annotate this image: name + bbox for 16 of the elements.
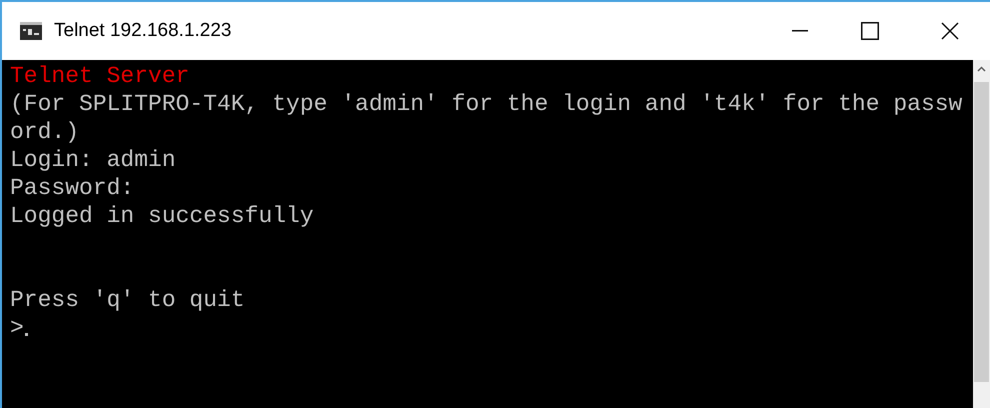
text-cursor — [24, 333, 28, 336]
console-line: Password: — [10, 174, 134, 202]
console-line: (For SPLITPRO-T4K, type 'admin' for the login and 't4k' for the passw — [10, 90, 962, 118]
console-line: Login: admin — [10, 146, 176, 174]
banner-text: Telnet Server — [10, 62, 190, 90]
window-title: Telnet 192.168.1.223 — [54, 18, 232, 43]
scrollbar[interactable] — [973, 60, 990, 408]
maximize-icon — [861, 22, 879, 40]
close-icon — [941, 22, 959, 40]
prompt-symbol: > — [10, 314, 24, 342]
console-line: ord.) — [10, 118, 80, 146]
console-line: Logged in successfully — [10, 202, 314, 230]
console-line: Press 'q' to quit — [10, 286, 245, 314]
scrollbar-thumb[interactable] — [974, 82, 989, 382]
console-icon — [20, 22, 42, 40]
minimize-icon — [792, 30, 808, 32]
